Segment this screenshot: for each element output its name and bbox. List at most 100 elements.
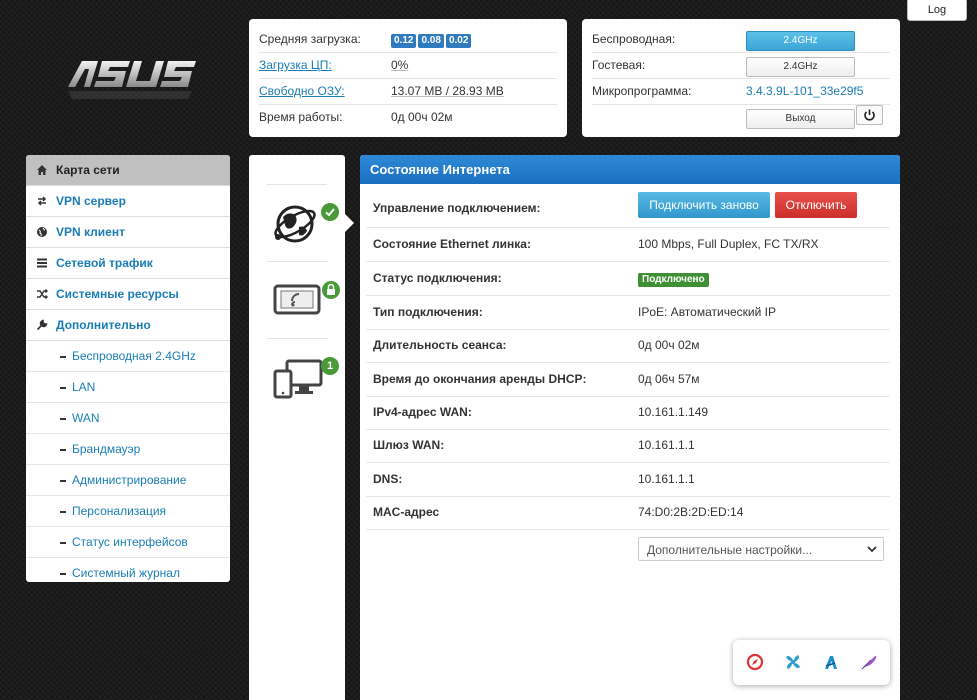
sidebar-item-vpn-client[interactable]: VPN клиент	[26, 217, 230, 248]
internet-node[interactable]	[269, 197, 339, 253]
lock-icon	[327, 283, 335, 295]
list-icon	[37, 258, 47, 268]
row-label: Тип подключения:	[373, 305, 483, 319]
load-values: 0.12 0.08 0.02	[391, 26, 473, 52]
ram-value: 13.07 MB / 28.93 MB	[391, 84, 504, 98]
sidebar-subitem-wan[interactable]: WAN	[26, 403, 230, 434]
uptime-value: 0д 00ч 02м	[391, 110, 453, 124]
table-row: IPv4-адрес WAN: 10.161.1.149	[366, 396, 890, 430]
sidebar-subitem-lan[interactable]: LAN	[26, 372, 230, 403]
cpu-row: Загрузка ЦП: 0%	[259, 52, 557, 79]
sidebar-subitem-customization[interactable]: Персонализация	[26, 496, 230, 527]
wireless-panel: Беспроводная: 2.4GHz Гостевая: 2.4GHz Ми…	[582, 19, 900, 137]
network-map-column: 1	[249, 155, 345, 700]
guest-24ghz-button[interactable]: 2.4GHz	[746, 57, 855, 77]
sidebar-item-traffic[interactable]: Сетевой трафик	[26, 248, 230, 279]
sidebar-item-label: Сетевой трафик	[56, 256, 153, 270]
sidebar-subitem-firewall[interactable]: Брандмауэр	[26, 434, 230, 465]
guest-label: Гостевая:	[592, 58, 646, 72]
row-label: Шлюз WAN:	[373, 438, 445, 452]
table-row: Тип подключения: IPoE: Автоматический IP	[366, 296, 890, 330]
sidebar-item-system-resources[interactable]: Системные ресурсы	[26, 279, 230, 310]
uptime-row: Время работы: 0д 00ч 02м	[259, 104, 557, 130]
cpu-link[interactable]: Загрузка ЦП:	[259, 52, 332, 78]
map-divider	[267, 338, 327, 339]
table-row: Длительность сеанса: 0д 00ч 02м	[366, 329, 890, 363]
sidebar-item-network-map[interactable]: Карта сети	[26, 155, 230, 186]
power-button[interactable]	[856, 105, 883, 125]
connection-type-value: IPoE: Автоматический IP	[638, 305, 776, 319]
reconnect-button[interactable]: Подключить заново	[638, 192, 770, 218]
table-row: MAC-адрес 74:D0:2B:2D:ED:14	[366, 496, 890, 530]
autodesk-icon[interactable]	[821, 652, 841, 672]
row-label: Время до окончания аренды DHCP:	[373, 372, 587, 386]
load-row: Средняя загрузка: 0.12 0.08 0.02	[259, 26, 557, 53]
clients-node[interactable]: 1	[273, 357, 345, 403]
security-lock-badge	[322, 281, 340, 299]
table-row: Шлюз WAN: 10.161.1.1	[366, 429, 890, 463]
clients-count-badge: 1	[321, 357, 339, 375]
sidebar-item-advanced[interactable]: Дополнительно	[26, 310, 230, 341]
check-icon	[325, 208, 335, 217]
asus-logo	[68, 61, 196, 99]
load-15min: 0.02	[445, 34, 472, 48]
ram-link[interactable]: Свободно ОЗУ:	[259, 78, 345, 104]
ethernet-link-value: 100 Mbps, Full Duplex, FC TX/RX	[638, 237, 819, 251]
router-node[interactable]	[273, 279, 343, 319]
table-row: Статус подключения: Подключено	[366, 262, 890, 296]
row-label: MAC-адрес	[373, 505, 440, 519]
router-icon	[273, 284, 321, 315]
disconnect-button[interactable]: Отключить	[775, 192, 857, 218]
dns-value: 10.161.1.1	[638, 472, 695, 486]
log-button[interactable]: Log	[907, 0, 967, 21]
sidebar-item-vpn-server[interactable]: VPN сервер	[26, 186, 230, 217]
firmware-link[interactable]: 3.4.3.9L-101_33e29f5	[746, 78, 863, 104]
load-1min: 0.12	[391, 34, 417, 48]
sidebar-subitem-wireless[interactable]: Беспроводная 2.4GHz	[26, 341, 230, 372]
home-icon	[37, 165, 47, 175]
sidebar-subitem-administration[interactable]: Администрирование	[26, 465, 230, 496]
wireless-24ghz-button[interactable]: 2.4GHz	[746, 31, 855, 51]
feather-icon[interactable]	[859, 652, 879, 672]
shuffle-icon	[37, 289, 48, 299]
ram-row: Свободно ОЗУ: 13.07 MB / 28.93 MB	[259, 78, 557, 105]
sidebar-item-label: Карта сети	[56, 163, 120, 177]
sidebar-subitem-system-log[interactable]: Системный журнал	[26, 558, 230, 582]
firmware-row: Микропрограмма: 3.4.3.9L-101_33e29f5	[592, 78, 890, 105]
load-5min: 0.08	[418, 34, 444, 48]
more-settings-select[interactable]: Дополнительные настройки...	[638, 537, 884, 561]
dhcp-lease-value: 0д 06ч 57м	[638, 372, 700, 386]
wrench-icon	[36, 319, 48, 331]
compass-icon[interactable]	[745, 652, 765, 672]
sidebar-subitem-interface-status[interactable]: Статус интерфейсов	[26, 527, 230, 558]
fan-icon[interactable]	[783, 652, 803, 672]
cpu-value: 0%	[391, 58, 409, 72]
sidebar-item-label: Дополнительно	[56, 318, 151, 332]
globe-icon	[37, 227, 47, 237]
wan-gateway-value: 10.161.1.1	[638, 438, 695, 452]
connection-status-badge: Подключено	[638, 273, 709, 287]
map-selection-pointer	[345, 214, 354, 232]
connection-control-row: Управление подключением: Подключить зано…	[366, 192, 890, 228]
panel-title: Состояние Интернета	[360, 155, 900, 184]
connected-check-badge	[321, 203, 339, 221]
table-row: DNS: 10.161.1.1	[366, 463, 890, 497]
sidebar-item-label: VPN сервер	[56, 194, 126, 208]
internet-globe-icon	[274, 205, 316, 243]
session-duration-value: 0д 00ч 02м	[638, 338, 700, 352]
logout-button[interactable]: Выход	[746, 109, 855, 129]
guest-row: Гостевая: 2.4GHz	[592, 52, 890, 79]
wireless-row: Беспроводная: 2.4GHz	[592, 26, 890, 53]
clients-devices-icon	[273, 359, 323, 399]
power-icon	[864, 109, 875, 121]
wan-ipv4-value: 10.161.1.149	[638, 405, 709, 419]
internet-status-panel: Состояние Интернета Управление подключен…	[360, 155, 900, 700]
row-label: IPv4-адрес WAN:	[373, 405, 472, 419]
extension-toolbar	[733, 640, 890, 685]
sidebar-item-label: Системные ресурсы	[56, 287, 179, 301]
more-settings-value: Дополнительные настройки...	[647, 543, 813, 557]
mac-address-value: 74:D0:2B:2D:ED:14	[638, 505, 744, 519]
map-divider	[267, 261, 327, 262]
vpn-server-icon	[37, 196, 47, 206]
uptime-label: Время работы:	[259, 110, 343, 124]
